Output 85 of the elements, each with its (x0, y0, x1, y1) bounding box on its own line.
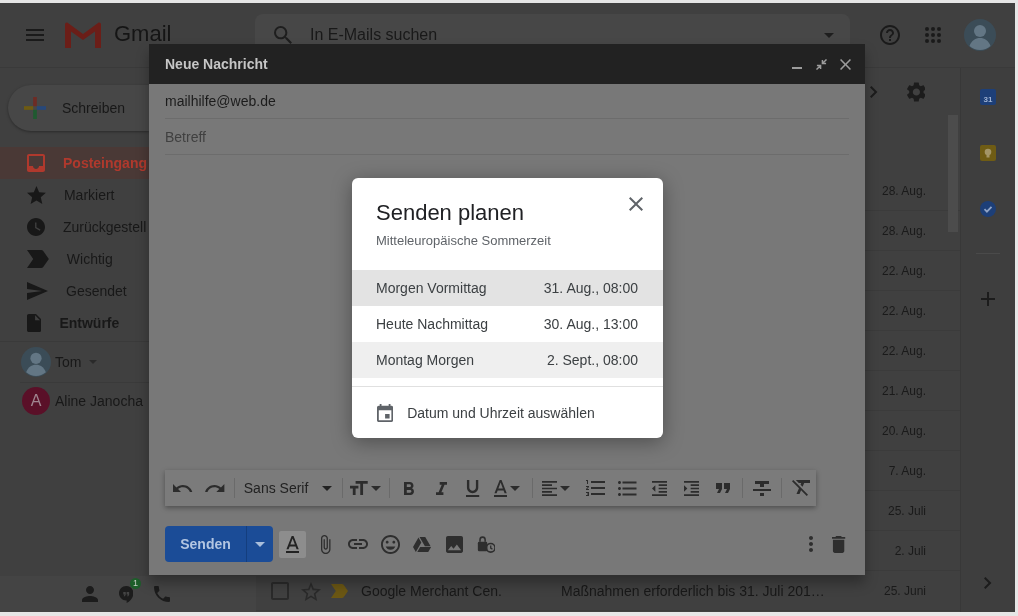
star-icon (27, 186, 46, 204)
send-button[interactable]: Senden (165, 526, 246, 562)
option-label: Montag Morgen (376, 352, 475, 368)
text-color-icon (494, 479, 508, 497)
send-icon (27, 282, 48, 300)
checkbox[interactable] (271, 582, 289, 600)
calendar-app-button[interactable]: 31 (980, 89, 996, 105)
link-icon (348, 539, 368, 549)
option-time: 30. Aug., 13:00 (543, 316, 638, 332)
text-size-icon (350, 481, 369, 495)
strikethrough-icon (753, 480, 772, 496)
indent-less-icon (652, 480, 667, 496)
minimize-icon (792, 67, 802, 69)
chat-bubble-icon (118, 585, 134, 603)
bulleted-list-icon (618, 480, 637, 496)
pick-date-time-item[interactable]: Datum und Uhrzeit auswählen (352, 387, 663, 438)
lock-clock-icon (476, 535, 496, 553)
caret-icon (510, 485, 521, 491)
align-left-icon (541, 480, 557, 496)
recipient-field[interactable]: mailhilfe@web.de (165, 84, 849, 119)
more-icon (809, 536, 813, 552)
tag-icon (27, 250, 49, 268)
font-dropdown[interactable]: Sans Serif (237, 473, 340, 503)
close-icon (839, 58, 851, 70)
timezone-label: Mitteleuropäische Sommerzeit (376, 233, 552, 249)
triangle-icon (412, 536, 432, 552)
paperclip-icon (321, 534, 331, 554)
option-label: Morgen Vormittag (376, 280, 487, 296)
phone-button[interactable] (151, 583, 173, 605)
smiley-icon (380, 534, 400, 554)
plus-icon (24, 97, 46, 119)
star-icon[interactable] (301, 581, 321, 601)
m-logo-icon (65, 22, 101, 48)
clock-icon (27, 218, 45, 236)
caret-icon[interactable] (824, 32, 834, 38)
text-format-icon (285, 535, 300, 553)
lightbulb-icon[interactable] (980, 145, 996, 161)
compose-title: Neue Nachricht (165, 56, 268, 72)
menu-icon (26, 29, 44, 41)
avatar-icon (21, 347, 51, 377)
chevron-right-icon (870, 86, 878, 98)
search-icon[interactable] (274, 26, 292, 44)
option-time: 2. Sept., 08:00 (546, 352, 638, 368)
file-icon (27, 314, 42, 332)
numbered-list-icon (586, 480, 606, 496)
inbox-icon (27, 154, 45, 172)
schedule-option[interactable]: Heute Nachmittag 30. Aug., 13:00 (352, 306, 663, 342)
image-icon (445, 535, 463, 553)
subject-field[interactable]: Betreff (165, 119, 849, 155)
account-button[interactable] (964, 19, 996, 51)
notification-badge: 1 (130, 578, 141, 589)
schedule-option[interactable]: Montag Morgen 2. Sept., 08:00 (352, 342, 663, 378)
option-label: Heute Nachmittag (376, 316, 489, 332)
send-options-button[interactable] (246, 526, 273, 562)
settings-icon (906, 82, 926, 102)
quote-icon (716, 483, 731, 493)
clear-formatting-icon (791, 480, 810, 496)
underline-icon (466, 479, 480, 497)
trash-icon (832, 535, 846, 553)
redo-icon (205, 483, 225, 493)
indent-more-icon (683, 480, 699, 496)
marker-icon[interactable] (331, 584, 348, 598)
option-time: 31. Aug., 08:00 (543, 280, 638, 296)
formatting-toggle-button[interactable] (279, 530, 306, 558)
apps-icon (925, 27, 941, 43)
person-icon (82, 586, 98, 602)
avatar-icon (964, 19, 996, 51)
schedule-option[interactable]: Morgen Vormittag 31. Aug., 08:00 (352, 270, 663, 306)
check-circle-icon[interactable] (980, 201, 996, 217)
close-icon (629, 197, 643, 211)
phone-icon (154, 586, 170, 602)
bold-icon (404, 481, 415, 495)
help-icon (880, 25, 900, 45)
contacts-button[interactable] (79, 583, 101, 605)
contact-avatar: A (22, 387, 50, 415)
dialog-title: Senden planen (376, 199, 525, 227)
close-button[interactable] (629, 197, 643, 211)
caret-icon (255, 541, 265, 547)
caret-icon (371, 485, 382, 491)
undo-icon (173, 483, 193, 493)
caret-icon (559, 485, 570, 491)
italic-icon (435, 481, 447, 495)
caret-icon (322, 485, 333, 491)
calendar-icon (377, 403, 394, 422)
collapse-icon (815, 58, 827, 70)
